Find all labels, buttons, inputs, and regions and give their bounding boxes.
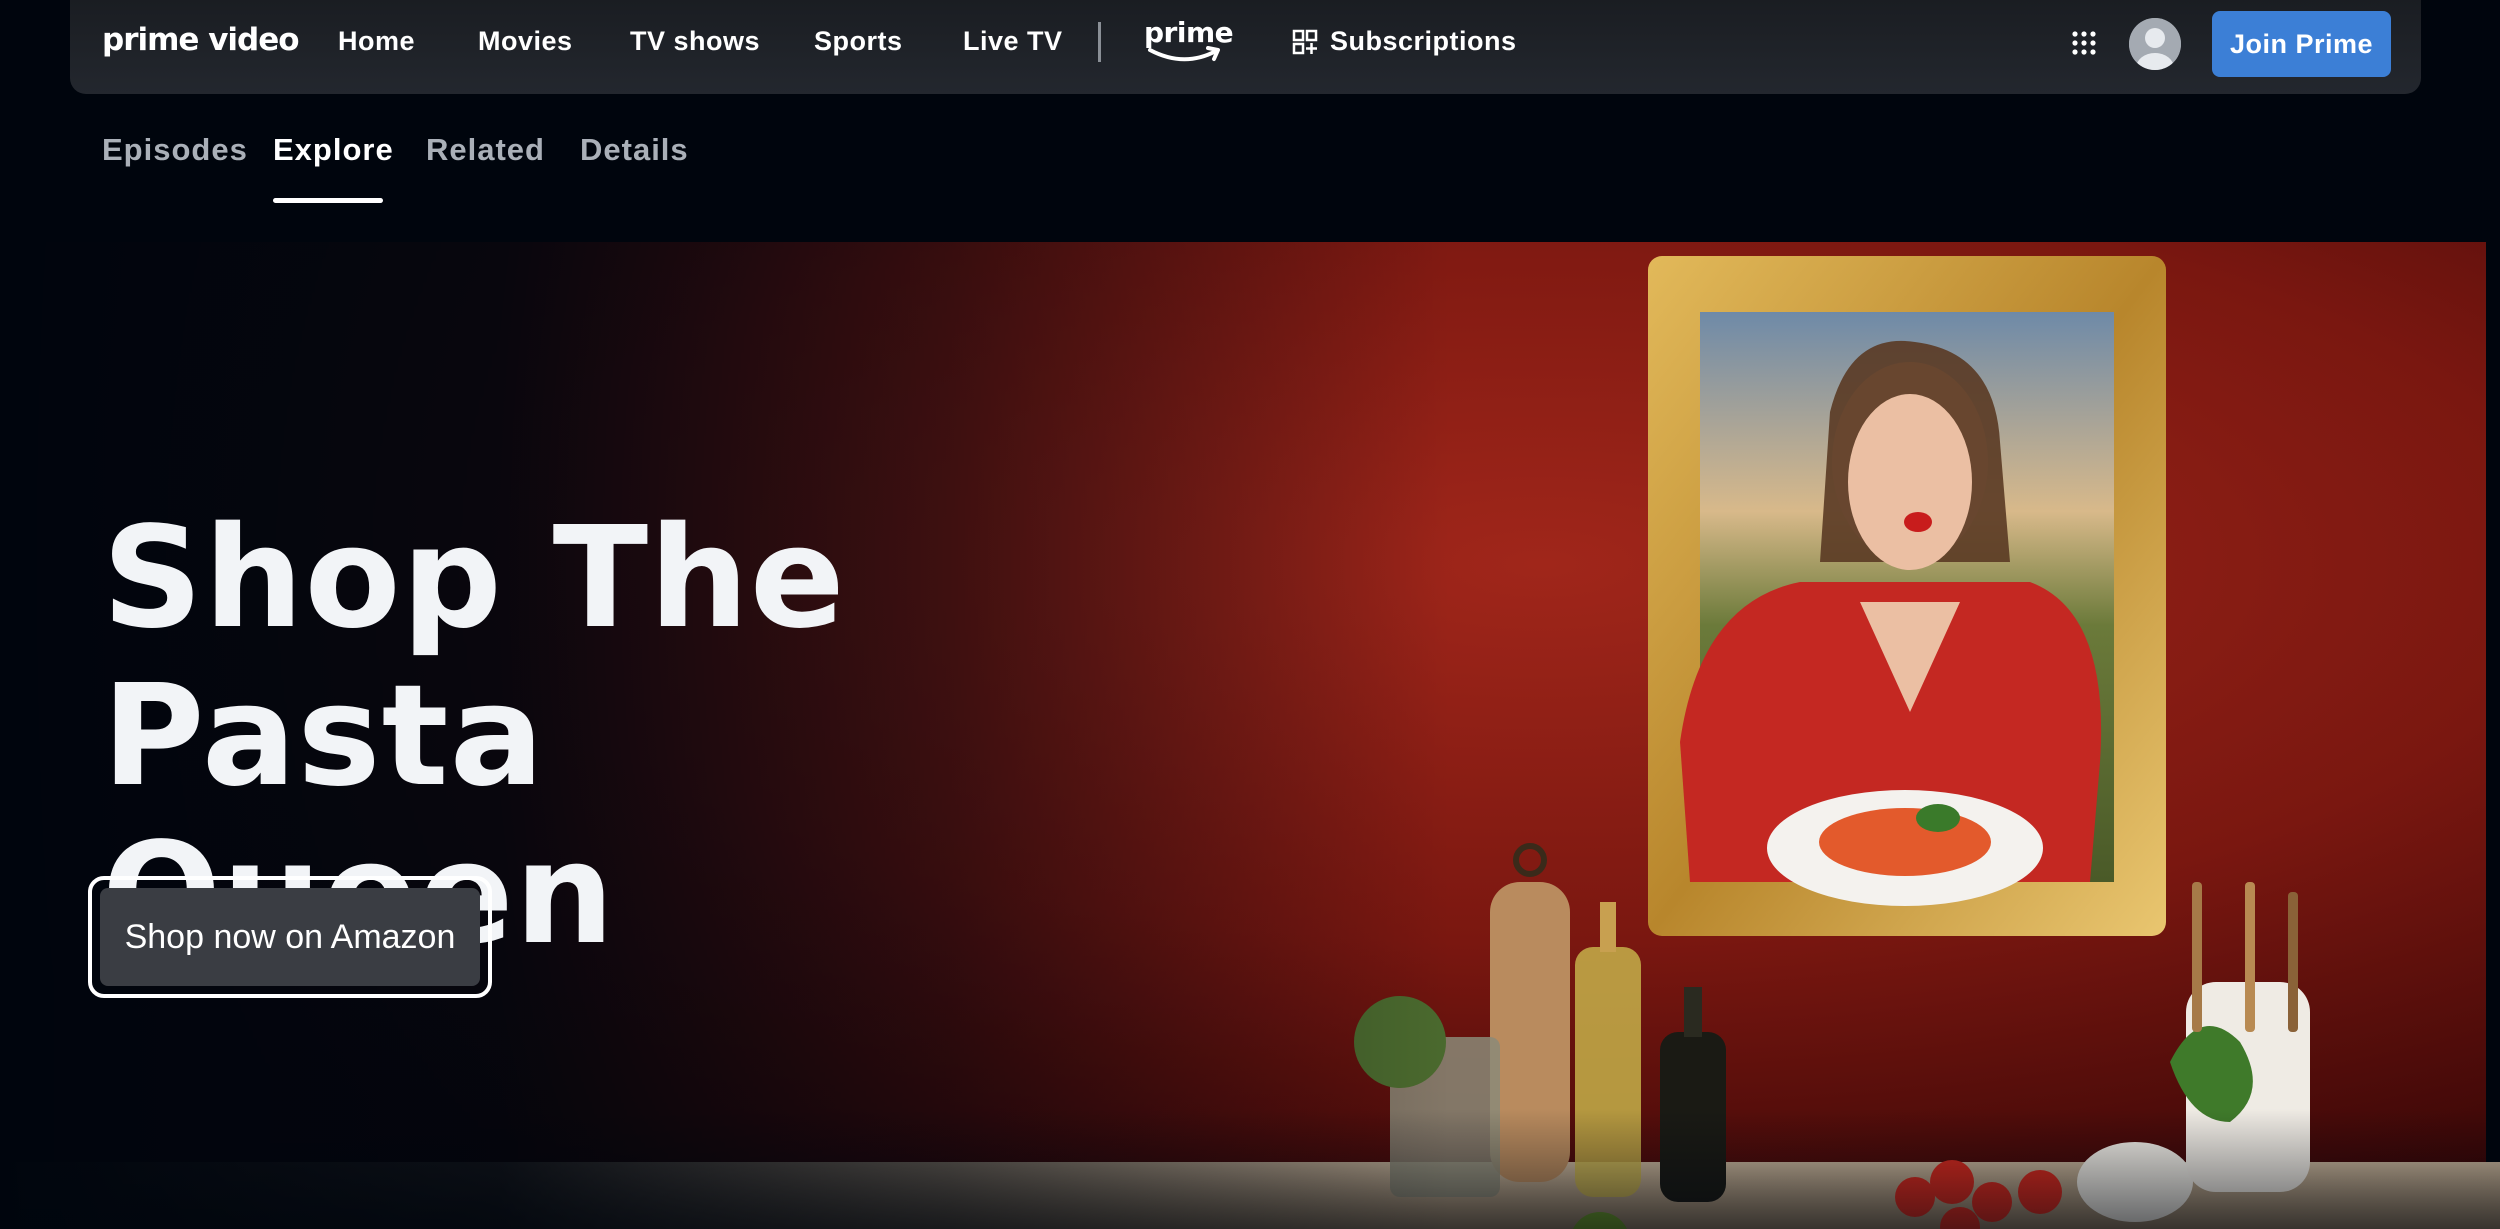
hero-bottom-gradient <box>0 1109 2500 1229</box>
nav-home[interactable]: Home <box>338 26 415 57</box>
prime-smile-icon <box>1148 46 1220 62</box>
subscriptions-link[interactable]: Subscriptions <box>1292 26 1517 57</box>
tab-related[interactable]: Related <box>426 132 545 168</box>
join-prime-button[interactable]: Join Prime <box>2212 11 2391 77</box>
active-tab-indicator <box>273 198 383 203</box>
hero-title-line1: Shop The Pasta <box>102 497 846 818</box>
tab-details[interactable]: Details <box>580 132 689 168</box>
nav-sports[interactable]: Sports <box>814 26 903 57</box>
tab-explore[interactable]: Explore <box>273 132 394 168</box>
prime-badge-text: prime <box>1144 16 1234 49</box>
subscriptions-label: Subscriptions <box>1330 26 1517 56</box>
subscriptions-icon <box>1292 29 1318 54</box>
apps-grid-icon[interactable] <box>2071 30 2097 56</box>
prime-badge[interactable]: prime <box>1144 16 1234 68</box>
nav-live-tv[interactable]: Live TV <box>963 26 1063 57</box>
top-navigation-bar: prime video Home Movies TV shows Sports … <box>70 0 2421 94</box>
avatar-icon <box>2129 18 2181 70</box>
shop-now-button[interactable]: Shop now on Amazon <box>100 888 480 986</box>
shop-button-focus-ring: Shop now on Amazon <box>88 876 492 998</box>
avatar[interactable] <box>2129 18 2181 70</box>
tab-episodes[interactable]: Episodes <box>102 132 248 168</box>
prime-video-logo[interactable]: prime video <box>102 22 300 58</box>
hero-banner: Shop The Pasta Queen Shop now on Amazon <box>0 242 2500 1229</box>
nav-movies[interactable]: Movies <box>478 26 573 57</box>
nav-tv-shows[interactable]: TV shows <box>630 26 760 57</box>
nav-divider <box>1098 22 1101 62</box>
